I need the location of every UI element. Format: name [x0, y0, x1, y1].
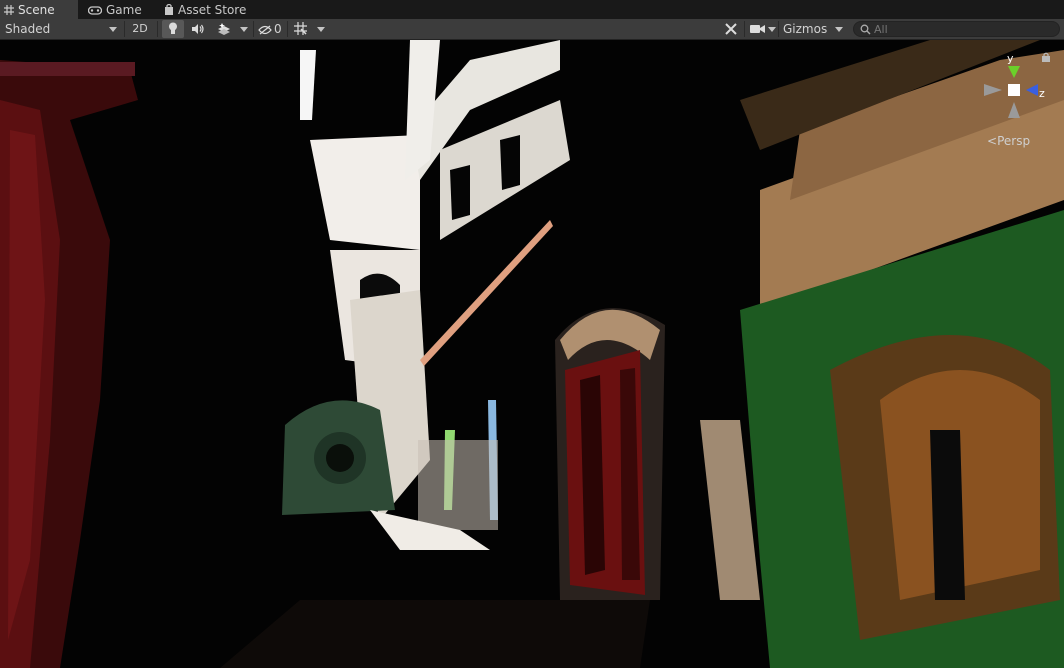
tab-asset-store[interactable]: Asset Store: [160, 0, 250, 19]
chevron-down-icon: [109, 27, 117, 32]
divider: [778, 21, 779, 37]
scene-viewport[interactable]: y z <Persp: [0, 40, 1064, 668]
camera-settings-button[interactable]: [748, 20, 766, 38]
hidden-objects-count: 0: [274, 22, 282, 36]
chevron-down-icon[interactable]: [768, 27, 776, 32]
search-input[interactable]: [874, 22, 1054, 36]
scene-lighting-toggle[interactable]: [162, 20, 184, 38]
draw-mode-dropdown[interactable]: Shaded: [5, 19, 115, 39]
tab-game[interactable]: Game: [84, 0, 156, 19]
chevron-down-icon[interactable]: [240, 27, 248, 32]
gizmos-label: Gizmos: [783, 22, 828, 36]
tools-icon: [725, 23, 737, 35]
gizmos-button[interactable]: Gizmos: [783, 19, 829, 39]
hidden-objects-toggle[interactable]: 0: [258, 20, 284, 38]
search-field[interactable]: [853, 21, 1060, 37]
shopping-bag-icon: [164, 1, 174, 21]
tab-bar: Scene Game Asset Store: [0, 0, 1064, 20]
tab-scene[interactable]: Scene: [0, 0, 78, 19]
y-axis-cone[interactable]: [1008, 66, 1020, 78]
scene-render: [0, 40, 1064, 668]
speaker-icon: [192, 24, 204, 34]
scene-effects-toggle[interactable]: [212, 20, 236, 38]
grid-icon: [4, 1, 14, 21]
effects-icon: [218, 23, 230, 35]
x-axis-cone[interactable]: [984, 84, 1002, 96]
projection-label: Persp: [997, 134, 1031, 148]
axis-z-label: z: [1039, 87, 1045, 100]
projection-toggle[interactable]: <Persp: [987, 134, 1030, 148]
lock-icon[interactable]: [1042, 52, 1050, 62]
chevron-down-icon[interactable]: [835, 27, 843, 32]
neg-y-axis-cone[interactable]: [1008, 102, 1020, 118]
z-axis-cone[interactable]: [1026, 84, 1038, 96]
axis-y-label: y: [1007, 54, 1014, 65]
projection-icon: <: [987, 134, 998, 148]
scene-toolbar: Shaded 2D 0 Gizmos: [0, 19, 1064, 40]
scene-audio-toggle[interactable]: [188, 20, 208, 38]
tab-scene-label: Scene: [18, 3, 55, 17]
chevron-down-icon[interactable]: [317, 27, 325, 32]
draw-mode-label: Shaded: [5, 22, 51, 36]
divider: [157, 21, 158, 37]
lightbulb-icon: [169, 22, 177, 34]
camera-icon: [749, 25, 765, 33]
tools-button[interactable]: [721, 20, 741, 38]
grid-snapping-button[interactable]: [291, 20, 309, 38]
tab-game-label: Game: [106, 3, 142, 17]
divider: [287, 21, 288, 37]
tab-asset-store-label: Asset Store: [178, 3, 247, 17]
search-icon: [860, 24, 871, 35]
center-cube[interactable]: [1008, 84, 1020, 96]
toggle-2d-button[interactable]: 2D: [128, 20, 152, 38]
divider: [124, 21, 125, 37]
orientation-gizmo[interactable]: y z: [980, 54, 1050, 134]
gamepad-icon: [87, 1, 103, 21]
toggle-2d-label: 2D: [132, 22, 148, 35]
divider: [253, 21, 254, 37]
grid-snap-icon: [293, 22, 307, 35]
divider: [744, 21, 745, 37]
eye-off-icon: [258, 25, 272, 35]
